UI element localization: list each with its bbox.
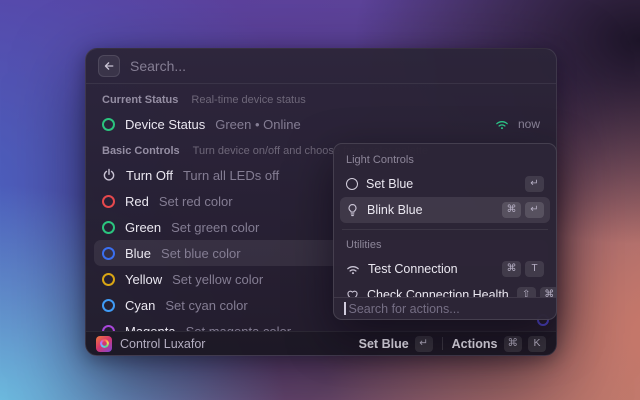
luxafor-app-icon bbox=[96, 336, 112, 352]
footer-separator bbox=[442, 337, 443, 350]
footer-actions: Set Blue ↵ Actions ⌘ K bbox=[359, 336, 546, 352]
text-cursor bbox=[344, 302, 346, 315]
section-subtitle: Real-time device status bbox=[191, 94, 305, 106]
action-blink-blue[interactable]: Blink Blue ⌘ ↵ bbox=[340, 197, 550, 223]
shortcut-keys: ⌘ ↵ bbox=[502, 202, 544, 218]
search-input[interactable]: Search... bbox=[130, 58, 186, 74]
desktop-background: Search... Current Status Real-time devic… bbox=[0, 0, 640, 400]
action-search-input[interactable]: Search for actions... bbox=[349, 302, 460, 316]
action-panel-list: Light Controls Set Blue ↵ Blink Blue ⌘ ↵ bbox=[334, 144, 556, 297]
panel-section-light-controls: Light Controls bbox=[340, 146, 550, 171]
arrow-left-icon bbox=[103, 60, 115, 72]
section-header-current-status: Current Status Real-time device status bbox=[94, 86, 548, 111]
circle-icon bbox=[346, 178, 358, 190]
k-key-badge: K bbox=[528, 336, 546, 352]
green-ring-icon bbox=[102, 221, 115, 234]
actions-menu-button[interactable]: Actions bbox=[452, 337, 498, 351]
power-icon bbox=[102, 168, 116, 182]
shift-key-badge: ⇧ bbox=[517, 287, 536, 297]
cmd-key-badge: ⌘ bbox=[502, 202, 521, 218]
wifi-icon bbox=[495, 118, 509, 130]
row-device-status[interactable]: Device Status Green • Online now bbox=[94, 111, 548, 137]
cmd-key-badge: ⌘ bbox=[502, 261, 521, 277]
blue-ring-icon bbox=[102, 247, 115, 260]
return-key-badge: ↵ bbox=[525, 176, 544, 192]
section-title: Current Status bbox=[102, 94, 178, 106]
red-ring-icon bbox=[102, 195, 115, 208]
shortcut-keys: ⇧ ⌘ H bbox=[517, 287, 556, 297]
primary-action-button[interactable]: Set Blue bbox=[359, 337, 409, 351]
action-panel: Light Controls Set Blue ↵ Blink Blue ⌘ ↵ bbox=[333, 143, 557, 320]
timestamp: now bbox=[518, 117, 540, 131]
panel-divider bbox=[342, 229, 548, 230]
cmd-key-badge: ⌘ bbox=[504, 336, 523, 352]
status-bar: Control Luxafor Set Blue ↵ Actions ⌘ K bbox=[86, 331, 556, 355]
panel-section-utilities: Utilities bbox=[340, 231, 550, 256]
action-check-connection-health[interactable]: Check Connection Health ⇧ ⌘ H bbox=[340, 282, 550, 297]
action-set-blue[interactable]: Set Blue ↵ bbox=[340, 171, 550, 197]
shortcut-keys: ↵ bbox=[525, 176, 544, 192]
wifi-icon bbox=[346, 263, 360, 275]
row-accessory: now bbox=[495, 117, 540, 131]
lightbulb-icon bbox=[346, 203, 359, 217]
action-test-connection[interactable]: Test Connection ⌘ T bbox=[340, 256, 550, 282]
back-button[interactable] bbox=[98, 55, 120, 77]
section-title: Basic Controls bbox=[102, 145, 180, 157]
cyan-ring-icon bbox=[102, 299, 115, 312]
app-name: Control Luxafor bbox=[120, 337, 205, 351]
yellow-ring-icon bbox=[102, 273, 115, 286]
status-ring-icon bbox=[102, 118, 115, 131]
search-bar: Search... bbox=[86, 49, 556, 83]
t-key-badge: T bbox=[525, 261, 544, 277]
heart-icon bbox=[346, 289, 359, 297]
cmd-key-badge: ⌘ bbox=[540, 287, 556, 297]
shortcut-keys: ⌘ T bbox=[502, 261, 544, 277]
action-search-bar: Search for actions... bbox=[334, 297, 556, 319]
color-wheel-icon bbox=[100, 339, 109, 348]
return-key-badge: ↵ bbox=[525, 202, 544, 218]
return-key-badge: ↵ bbox=[415, 336, 433, 352]
